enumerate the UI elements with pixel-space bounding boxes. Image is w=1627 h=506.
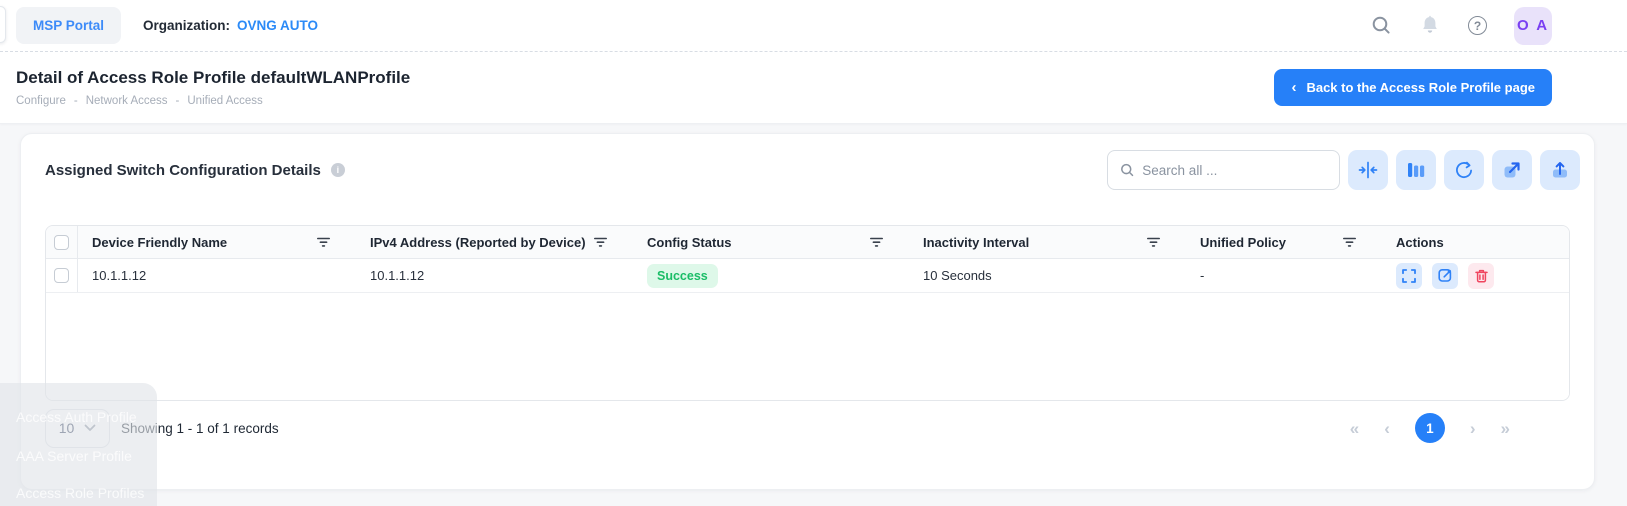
search-input-icon — [1121, 163, 1134, 177]
header-checkbox-cell — [46, 226, 78, 258]
filter-icon[interactable] — [1341, 235, 1358, 250]
column-label: Device Friendly Name — [92, 234, 228, 250]
refresh-button[interactable] — [1444, 150, 1484, 190]
delete-row-button[interactable] — [1468, 262, 1494, 289]
organization-label: Organization: — [143, 18, 231, 33]
page-header: Detail of Access Role Profile defaultWLA… — [0, 52, 1627, 124]
row-checkbox-cell — [46, 259, 78, 292]
table-toolbar — [1348, 150, 1580, 190]
switch-config-table: Device Friendly Name IPv4 Address (Repor… — [45, 225, 1570, 401]
manage-columns-button[interactable] — [1396, 150, 1436, 190]
first-page-button[interactable]: « — [1350, 420, 1359, 437]
page-header-text: Detail of Access Role Profile defaultWLA… — [16, 68, 410, 107]
row-checkbox[interactable] — [54, 268, 69, 283]
card-title: Assigned Switch Configuration Details — [45, 161, 321, 179]
edit-icon — [1437, 268, 1451, 282]
edit-row-button[interactable] — [1432, 262, 1458, 289]
page-title: Detail of Access Role Profile defaultWLA… — [16, 68, 411, 87]
search-icon[interactable] — [1370, 15, 1392, 37]
filter-icon[interactable] — [592, 235, 609, 250]
breadcrumb: Configure - Network Access - Unified Acc… — [16, 95, 410, 107]
export-button[interactable] — [1540, 150, 1580, 190]
topbar: MSP Portal Organization: OVNG AUTO ? O A — [0, 0, 1627, 52]
chevron-left-icon: ‹ — [1291, 78, 1297, 96]
breadcrumb-item-network-access[interactable]: Network Access — [86, 95, 168, 107]
column-header-actions: Actions — [1372, 226, 1569, 258]
cell-device-friendly-name: 10.1.1.12 — [92, 268, 147, 283]
collapsed-drawer-handle[interactable] — [0, 6, 6, 43]
select-all-checkbox[interactable] — [54, 234, 69, 250]
assigned-switch-config-card: Assigned Switch Configuration Details i — [20, 133, 1595, 490]
records-summary: Showing 1 - 1 of 1 records — [121, 420, 279, 436]
msp-portal-button[interactable]: MSP Portal — [16, 7, 122, 44]
table-footer: 10 Showing 1 - 1 of 1 records « ‹ 1 › » — [45, 408, 1570, 448]
notifications-bell-icon[interactable] — [1419, 15, 1441, 37]
back-button-label: Back to the Access Role Profile page — [1306, 80, 1535, 95]
table-header-row: Device Friendly Name IPv4 Address (Repor… — [46, 226, 1569, 259]
column-label: IPv4 Address (Reported by Device) — [370, 234, 586, 250]
info-icon[interactable]: i — [330, 163, 345, 177]
column-header-inactivity-interval: Inactivity Interval — [899, 226, 1176, 258]
next-page-button[interactable]: › — [1470, 420, 1476, 437]
column-header-config-status: Config Status — [623, 226, 899, 258]
collapse-columns-button[interactable] — [1348, 150, 1388, 190]
cell-unified-policy: - — [1200, 268, 1205, 283]
trash-icon — [1474, 269, 1488, 283]
column-header-unified-policy: Unified Policy — [1176, 226, 1372, 258]
breadcrumb-separator: - — [175, 95, 180, 107]
filter-icon[interactable] — [1145, 235, 1162, 250]
chevron-down-icon — [84, 424, 96, 431]
column-label: Unified Policy — [1200, 234, 1286, 250]
column-label: Actions — [1396, 234, 1444, 250]
external-link-icon — [1504, 162, 1520, 178]
table-row[interactable]: 10.1.1.12 10.1.1.12 Success 10 Seconds - — [46, 259, 1569, 293]
cell-config-status: Success — [623, 259, 899, 292]
collapse-columns-icon — [1358, 161, 1378, 179]
page-size-select[interactable]: 10 — [45, 408, 110, 448]
topbar-actions: ? O A — [1370, 6, 1552, 45]
column-label: Config Status — [647, 234, 732, 250]
filter-icon[interactable] — [868, 235, 885, 250]
last-page-button[interactable]: » — [1501, 420, 1510, 437]
columns-icon — [1408, 163, 1425, 177]
current-page-button[interactable]: 1 — [1414, 413, 1445, 443]
refresh-icon — [1456, 161, 1472, 179]
organization-value-link[interactable]: OVNG AUTO — [237, 18, 318, 33]
cell-actions — [1372, 259, 1569, 292]
upload-icon — [1553, 162, 1567, 178]
breadcrumb-separator: - — [73, 95, 78, 107]
previous-page-button[interactable]: ‹ — [1384, 420, 1390, 437]
filter-icon[interactable] — [315, 235, 332, 250]
user-avatar[interactable]: O A — [1514, 6, 1552, 45]
column-label: Inactivity Interval — [923, 234, 1030, 250]
pagination: « ‹ 1 › » — [1350, 413, 1510, 443]
search-box — [1107, 150, 1340, 190]
back-to-access-role-profile-button[interactable]: ‹ Back to the Access Role Profile page — [1274, 69, 1552, 106]
table-empty-area — [46, 293, 1569, 400]
help-icon[interactable]: ? — [1468, 16, 1487, 35]
status-badge: Success — [647, 263, 718, 288]
expand-row-button[interactable] — [1396, 262, 1422, 289]
column-header-device-friendly-name: Device Friendly Name — [78, 226, 346, 258]
cell-inactivity-interval: 10 Seconds — [923, 268, 992, 283]
expand-icon — [1402, 268, 1416, 283]
open-in-new-button[interactable] — [1492, 150, 1532, 190]
card-header: Assigned Switch Configuration Details i — [21, 134, 1594, 190]
page-size-value: 10 — [58, 420, 75, 436]
breadcrumb-item-unified-access[interactable]: Unified Access — [187, 95, 262, 107]
breadcrumb-item-configure[interactable]: Configure — [16, 95, 66, 107]
column-header-ipv4-address: IPv4 Address (Reported by Device) — [346, 226, 623, 258]
cell-ipv4-address: 10.1.1.12 — [370, 268, 425, 283]
search-input[interactable] — [1142, 162, 1327, 178]
